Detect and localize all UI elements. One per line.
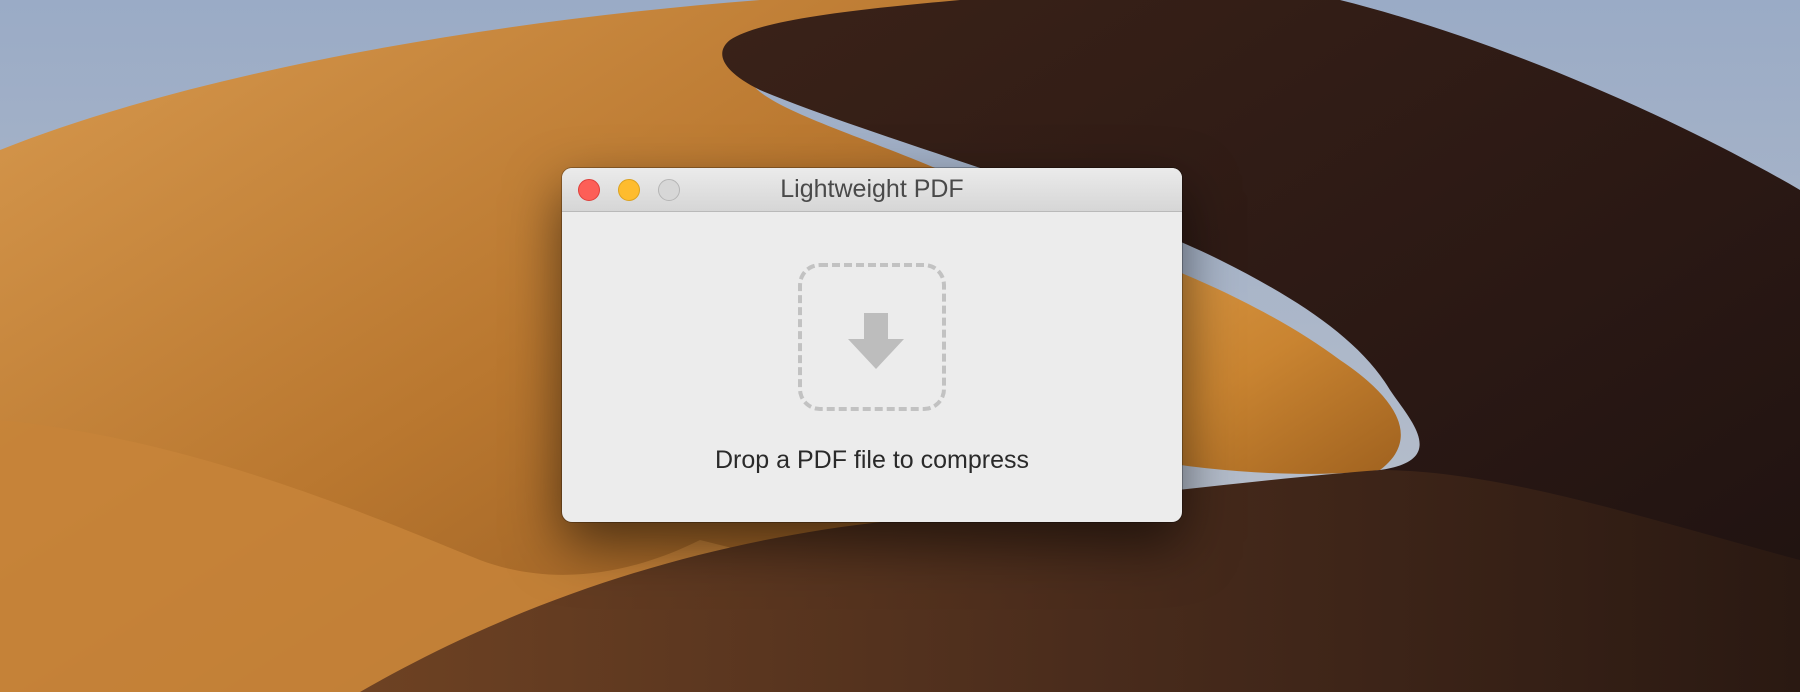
title-bar[interactable]: Lightweight PDF [562, 168, 1182, 212]
window-content: Drop a PDF file to compress [562, 212, 1182, 522]
download-arrow-icon [848, 313, 904, 369]
window-title: Lightweight PDF [780, 175, 964, 203]
drop-prompt: Drop a PDF file to compress [715, 446, 1029, 474]
desktop: Lightweight PDF Drop a PDF file to compr… [0, 0, 1800, 692]
pdf-drop-zone[interactable] [798, 263, 946, 411]
app-window[interactable]: Lightweight PDF Drop a PDF file to compr… [562, 168, 1182, 522]
